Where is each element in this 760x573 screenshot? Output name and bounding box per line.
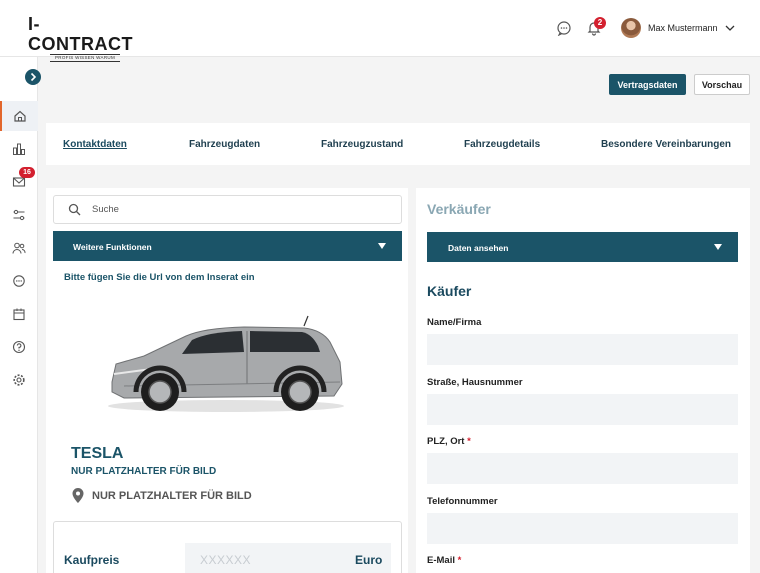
app-logo[interactable]: I-CONTRACT PROFIS WISSEN WARUM bbox=[28, 14, 133, 62]
notification-badge: 2 bbox=[594, 17, 606, 29]
phone-field[interactable] bbox=[427, 513, 738, 544]
chart-icon bbox=[13, 143, 25, 155]
preview-button[interactable]: Vorschau bbox=[694, 74, 750, 95]
sidebar-item-calendar[interactable] bbox=[0, 299, 38, 329]
chevron-right-icon bbox=[30, 72, 37, 82]
logo-main-text: I-CONTRACT bbox=[28, 14, 133, 54]
sidebar-toggle-button[interactable] bbox=[25, 69, 41, 85]
zip-city-label: PLZ, Ort * bbox=[427, 436, 471, 447]
search-placeholder: Suche bbox=[92, 204, 119, 215]
sidebar-item-stats[interactable] bbox=[0, 134, 38, 164]
location-pin-icon bbox=[72, 488, 84, 503]
search-icon bbox=[68, 203, 81, 216]
tab-contact-data[interactable]: Kontaktdaten bbox=[63, 139, 127, 150]
sidebar-item-chat[interactable] bbox=[0, 266, 38, 296]
buyer-heading: Käufer bbox=[427, 283, 472, 299]
email-label: E-Mail * bbox=[427, 555, 461, 566]
street-label: Straße, Hausnummer bbox=[427, 377, 523, 388]
settings-icon bbox=[13, 374, 25, 386]
vehicle-model: NUR PLATZHALTER FÜR BILD bbox=[71, 466, 217, 477]
mail-badge: 16 bbox=[19, 167, 35, 178]
phone-label: Telefonnummer bbox=[427, 496, 498, 507]
email-label-text: E-Mail bbox=[427, 555, 455, 566]
top-header: I-CONTRACT PROFIS WISSEN WARUM 2 Max Mus… bbox=[0, 0, 760, 62]
zip-city-label-text: PLZ, Ort bbox=[427, 436, 465, 447]
sidebar-item-filters[interactable] bbox=[0, 200, 38, 230]
view-data-dropdown[interactable]: Daten ansehen bbox=[427, 232, 738, 262]
sidebar-item-users[interactable] bbox=[0, 233, 38, 263]
more-functions-dropdown[interactable]: Weitere Funktionen bbox=[53, 231, 402, 261]
price-unit: Euro bbox=[355, 553, 383, 567]
price-label: Kaufpreis bbox=[64, 553, 120, 567]
more-functions-label: Weitere Funktionen bbox=[73, 242, 152, 252]
calendar-icon bbox=[13, 308, 25, 321]
home-icon bbox=[14, 110, 26, 122]
sidebar: 16 bbox=[0, 57, 38, 573]
chevron-down-icon[interactable] bbox=[724, 22, 736, 34]
users-icon bbox=[12, 242, 26, 254]
sliders-icon bbox=[13, 209, 25, 221]
caret-down-icon bbox=[378, 243, 386, 249]
name-label: Name/Firma bbox=[427, 317, 482, 328]
help-icon bbox=[12, 340, 26, 354]
street-field[interactable] bbox=[427, 394, 738, 425]
avatar[interactable] bbox=[621, 18, 641, 38]
tab-bar: Kontaktdaten Fahrzeugdaten Fahrzeugzusta… bbox=[46, 123, 750, 165]
required-mark: * bbox=[467, 436, 471, 447]
car-image bbox=[108, 315, 344, 412]
contract-data-button[interactable]: Vertragsdaten bbox=[609, 74, 686, 95]
vehicle-location: NUR PLATZHALTER FÜR BILD bbox=[92, 490, 252, 502]
sidebar-item-mail[interactable]: 16 bbox=[0, 167, 38, 197]
sidebar-item-home[interactable] bbox=[0, 101, 38, 131]
caret-down-icon bbox=[714, 244, 722, 250]
tab-vehicle-data[interactable]: Fahrzeugdaten bbox=[189, 139, 260, 150]
chat-icon bbox=[13, 275, 25, 287]
sidebar-item-help[interactable] bbox=[0, 332, 38, 362]
view-data-label: Daten ansehen bbox=[448, 243, 509, 253]
name-field[interactable] bbox=[427, 334, 738, 365]
required-mark: * bbox=[457, 555, 462, 566]
tab-vehicle-condition[interactable]: Fahrzeugzustand bbox=[321, 139, 403, 150]
tab-vehicle-details[interactable]: Fahrzeugdetails bbox=[464, 139, 540, 150]
url-hint-text: Bitte fügen Sie die Url von dem Inserat … bbox=[64, 272, 255, 283]
vehicle-brand: TESLA bbox=[71, 445, 124, 462]
user-name[interactable]: Max Mustermann bbox=[648, 23, 718, 33]
seller-heading: Verkäufer bbox=[427, 201, 491, 217]
zip-city-field[interactable] bbox=[427, 453, 738, 484]
sidebar-item-settings[interactable] bbox=[0, 365, 38, 395]
price-placeholder: XXXXXX bbox=[200, 553, 252, 567]
chat-icon[interactable] bbox=[556, 20, 572, 36]
tab-special-agreements[interactable]: Besondere Vereinbarungen bbox=[601, 139, 731, 150]
logo-tagline: PROFIS WISSEN WARUM bbox=[50, 54, 120, 62]
